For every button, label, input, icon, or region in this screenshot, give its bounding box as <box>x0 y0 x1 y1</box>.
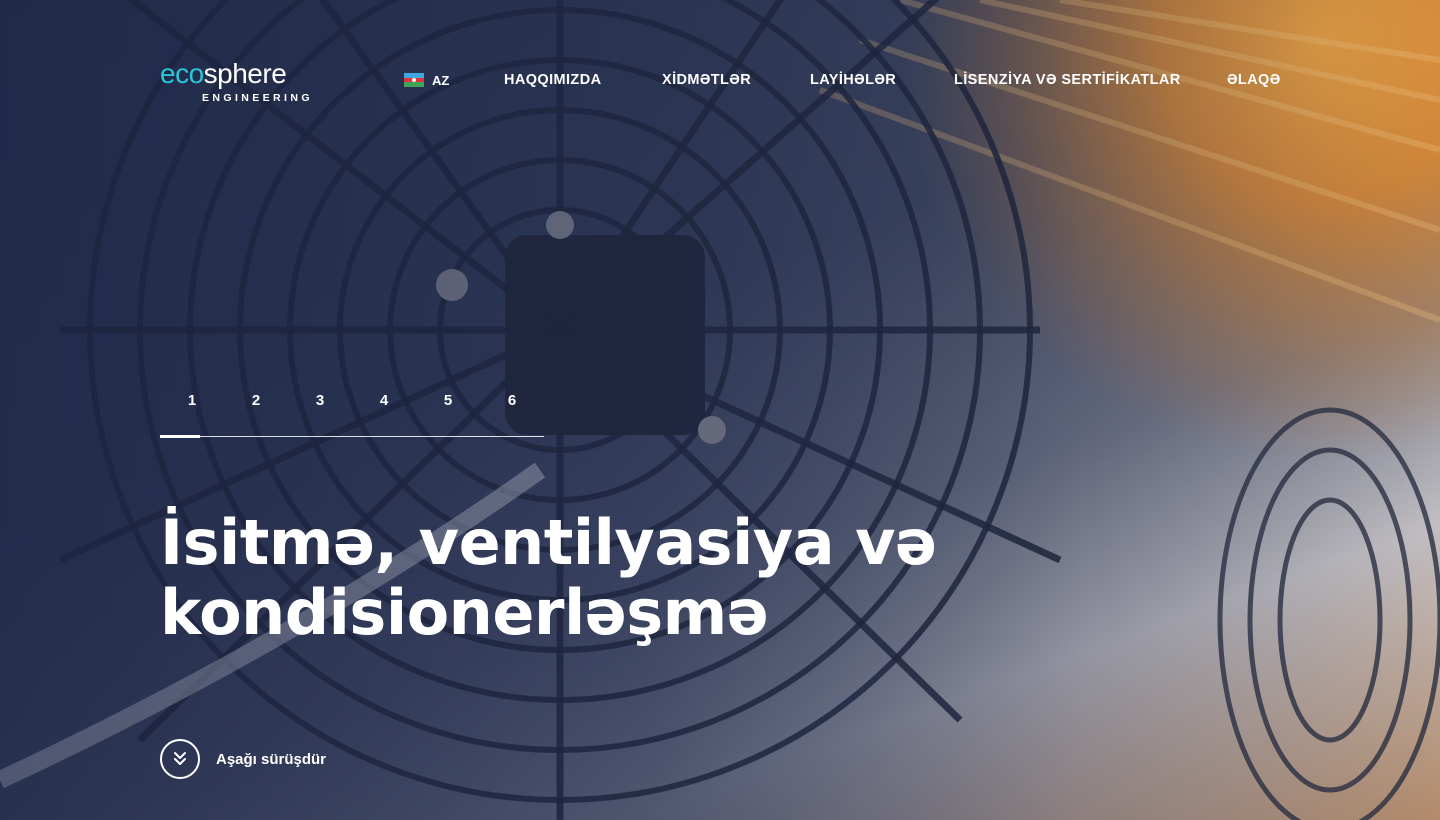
ecosphere-logo[interactable]: ecosphere ENGINEERING <box>160 58 312 108</box>
nav-item-haqqimizda[interactable]: HAQQIMIZDA <box>504 70 601 90</box>
slide-dot-2[interactable]: 2 <box>236 392 276 409</box>
logo-wordmark: ecosphere <box>160 58 287 90</box>
nav-item-lisenziya[interactable]: LİSENZİYA VƏ SERTİFİKATLAR <box>954 70 1181 90</box>
scroll-down-button[interactable]: Aşağı sürüşdür <box>160 739 326 779</box>
pagination-active-indicator <box>160 435 200 438</box>
slide-dot-5[interactable]: 5 <box>428 392 468 409</box>
logo-eco-text: eco <box>160 58 204 89</box>
slide-dot-1[interactable]: 1 <box>172 392 212 409</box>
logo-subtitle: ENGINEERING <box>202 92 313 104</box>
hero-headline-line-2: kondisionerləşmə <box>160 576 769 649</box>
scroll-down-label: Aşağı sürüşdür <box>216 750 327 768</box>
nav-item-xidmetler[interactable]: XİDMƏTLƏR <box>662 70 751 90</box>
slide-dot-4[interactable]: 4 <box>364 392 404 409</box>
logo-sphere-text: sphere <box>203 58 287 89</box>
azerbaijan-flag-icon <box>404 73 424 88</box>
pagination-track <box>160 436 544 437</box>
hero-headline-line-1: İsitmə, ventilyasiya və <box>160 506 937 579</box>
site-header: ecosphere ENGINEERING AZ HAQQIMIZDA XİDM… <box>160 58 1280 108</box>
slide-dot-3[interactable]: 3 <box>300 392 340 409</box>
nav-item-elaqe[interactable]: ƏLAQƏ <box>1227 70 1281 90</box>
slider-pagination: 1 2 3 4 5 6 <box>160 390 544 438</box>
language-code: AZ <box>432 72 450 88</box>
nav-item-layiheler[interactable]: LAYİHƏLƏR <box>810 70 896 90</box>
language-switcher[interactable]: AZ <box>404 70 449 90</box>
hero-headline: İsitmə, ventilyasiya və kondisionerləşmə <box>160 508 1060 648</box>
double-chevron-down-icon <box>160 739 200 779</box>
slide-dot-6[interactable]: 6 <box>492 392 532 409</box>
